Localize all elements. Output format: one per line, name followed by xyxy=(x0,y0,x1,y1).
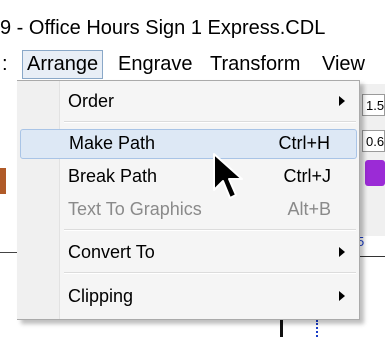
menu-item-shortcut: Alt+B xyxy=(287,199,331,219)
submenu-arrow-icon xyxy=(339,291,345,301)
menu-item-order[interactable]: Order xyxy=(20,87,357,117)
menu-separator xyxy=(64,272,356,274)
canvas-border xyxy=(280,320,283,337)
menu-item-label: Order xyxy=(68,91,115,111)
submenu-arrow-icon xyxy=(339,96,345,106)
menu-separator xyxy=(64,229,356,231)
property-field-2[interactable]: 0.6 xyxy=(362,130,385,152)
menu-item-label: Break Path xyxy=(68,166,158,186)
menu-transform[interactable]: Transform xyxy=(206,50,304,79)
menu-item-label: Convert To xyxy=(68,242,155,262)
title-bar: 9 - Office Hours Sign 1 Express.CDL xyxy=(0,0,385,50)
purple-tool-button[interactable] xyxy=(365,160,385,186)
window-title: 9 - Office Hours Sign 1 Express.CDL xyxy=(0,17,326,39)
menu-item-text-to-graphics[interactable]: Text To Graphics Alt+B xyxy=(20,195,357,225)
canvas-guide xyxy=(316,320,318,337)
mouse-cursor-icon xyxy=(213,153,243,199)
menu-item-make-path[interactable]: Make Path Ctrl+H xyxy=(20,129,357,159)
menu-arrange[interactable]: Arrange xyxy=(22,50,104,79)
menu-item-label: Clipping xyxy=(68,286,134,306)
menu-item-clipping[interactable]: Clipping xyxy=(20,282,357,312)
property-field-1[interactable]: 1.5 xyxy=(362,94,385,116)
menu-engrave[interactable]: Engrave xyxy=(114,50,197,79)
tool-icon-fragment[interactable] xyxy=(0,168,6,194)
menu-file-fragment[interactable]: : xyxy=(0,50,12,79)
menu-item-break-path[interactable]: Break Path Ctrl+J xyxy=(20,162,357,192)
ruler-tick xyxy=(0,252,18,253)
menu-item-label: Make Path xyxy=(69,133,156,153)
menu-item-label: Text To Graphics xyxy=(68,199,202,219)
menu-item-shortcut: Ctrl+J xyxy=(283,166,331,186)
menu-separator xyxy=(64,121,356,123)
submenu-arrow-icon xyxy=(339,247,345,257)
menu-item-convert-to[interactable]: Convert To xyxy=(20,238,357,268)
menu-view[interactable]: View xyxy=(318,50,369,79)
menu-item-shortcut: Ctrl+H xyxy=(278,133,330,153)
